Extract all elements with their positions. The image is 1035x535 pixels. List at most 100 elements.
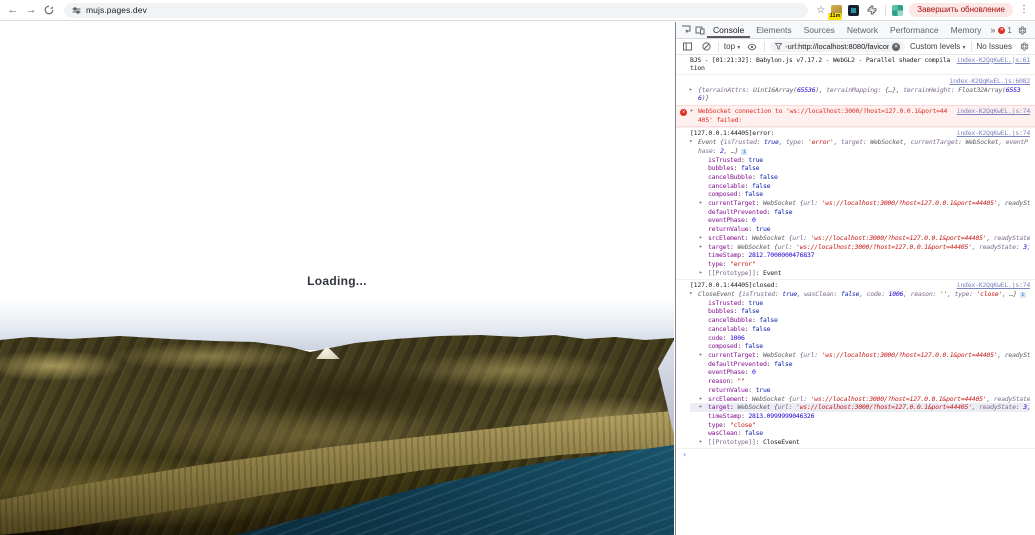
console-property-row[interactable]: ▸[[Prototype]]: Event <box>690 269 1030 278</box>
extensions-puzzle-icon[interactable] <box>865 4 879 17</box>
console-property-row: type: "close" <box>690 421 1030 430</box>
clear-console-icon[interactable] <box>699 40 713 53</box>
console-sidebar-toggle-icon[interactable] <box>680 40 694 53</box>
console-property-row: cancelable: false <box>690 325 1030 334</box>
console-property-row: eventPhase: 0 <box>690 368 1030 377</box>
info-icon: i <box>1020 292 1026 298</box>
toolbar-divider <box>718 42 719 52</box>
live-expression-eye-icon[interactable] <box>745 40 759 53</box>
back-button[interactable]: ← <box>6 3 20 17</box>
event-label: [127.0.0.1:44405]closed: <box>690 281 778 289</box>
expand-toggle-icon[interactable]: ▸ <box>690 107 693 116</box>
tab-elements[interactable]: Elements <box>750 23 797 38</box>
tab-network[interactable]: Network <box>841 23 884 38</box>
console-property-row: type: "error" <box>690 260 1030 269</box>
error-icon: ✕ <box>680 109 687 116</box>
tab-performance[interactable]: Performance <box>884 23 945 38</box>
devtools-settings-gear-icon[interactable] <box>1016 24 1030 37</box>
tab-console[interactable]: Console <box>707 23 750 38</box>
console-log-message: index-K2QgKwEL.js:61BJS - [01:21:32]: Ba… <box>676 54 1035 74</box>
update-chrome-button[interactable]: Завершить обновление <box>909 3 1013 17</box>
console-property-row[interactable]: ▸target: WebSocket {url: 'ws://localhost… <box>690 403 1030 412</box>
expand-toggle-icon[interactable]: ▸ <box>699 199 702 208</box>
console-property-row: bubbles: false <box>690 164 1030 173</box>
console-property-row: composed: false <box>690 342 1030 351</box>
console-toolbar: top ▾ -url:http://localhost:8080/favicon… <box>676 39 1035 55</box>
console-property-row: cancelable: false <box>690 182 1030 191</box>
console-property-row[interactable]: ▸currentTarget: WebSocket {url: 'ws://lo… <box>690 351 1030 360</box>
filter-input-value: -url:http://localhost:8080/favicon.ico <box>785 42 889 51</box>
expand-toggle-icon[interactable]: ▸ <box>699 438 702 447</box>
page-viewport: Loading... <box>0 22 674 535</box>
clear-filter-icon[interactable]: ✕ <box>892 43 900 51</box>
toolbar-divider <box>971 42 972 52</box>
expand-toggle-icon[interactable]: ▸ <box>699 403 702 412</box>
extension-dark-icon[interactable] <box>848 5 859 16</box>
context-selector[interactable]: top ▾ <box>724 42 740 51</box>
expand-toggle-icon[interactable]: ▸ <box>699 243 702 252</box>
reload-button[interactable] <box>42 3 56 17</box>
issues-counter[interactable]: No Issues <box>976 42 1012 51</box>
source-link[interactable]: index-K2QgKwEL.js:74 <box>957 281 1030 290</box>
reload-icon <box>44 5 54 15</box>
terrain-3d-scene[interactable] <box>0 300 674 535</box>
error-badge-count: 1 <box>1007 26 1011 35</box>
bookmark-star-icon[interactable]: ☆ <box>816 5 825 16</box>
toolbar-right-cluster: ☆ 11m Завершить обновление ⋮ <box>816 3 1029 17</box>
expand-toggle-icon[interactable]: ▸ <box>699 234 702 243</box>
console-property-row: eventPhase: 0 <box>690 216 1030 225</box>
source-link[interactable]: index-K2QgKwEL.js:74 <box>957 107 1030 116</box>
forward-button[interactable]: → <box>24 3 38 17</box>
console-error-message: index-K2QgKwEL.js:74✕▸WebSocket connecti… <box>676 105 1035 127</box>
toolbar-divider <box>885 5 886 16</box>
console-filter-input[interactable]: -url:http://localhost:8080/favicon.ico ✕ <box>770 41 905 52</box>
source-link[interactable]: index-K2QgKwEL.js:74 <box>957 129 1030 138</box>
devtools-tabbar-right: ✕ 1 ⋮ ✕ <box>998 24 1035 37</box>
devtools-tabbar: Console Elements Sources Network Perform… <box>676 22 1035 39</box>
browser-toolbar: ← → mujs.pages.dev ☆ 11m Завершить обнов… <box>0 0 1035 21</box>
extension-teal-icon[interactable] <box>892 5 903 16</box>
console-property-row: code: 1006 <box>690 334 1030 343</box>
device-toolbar-icon[interactable] <box>693 24 707 37</box>
error-badge-icon: ✕ <box>998 27 1005 34</box>
error-counter[interactable]: ✕ 1 <box>998 26 1011 35</box>
console-property-row[interactable]: ▸[[Prototype]]: CloseEvent <box>690 438 1030 447</box>
site-settings-icon[interactable] <box>72 6 81 15</box>
collapse-toggle-icon[interactable]: ▾ <box>689 138 692 147</box>
browser-menu-button[interactable]: ⋮ <box>1019 5 1029 15</box>
more-tabs-button[interactable]: » <box>987 25 998 35</box>
console-property-row[interactable]: ▸currentTarget: WebSocket {url: 'ws://lo… <box>690 199 1030 208</box>
console-prompt[interactable]: › <box>676 448 1035 462</box>
toolbar-divider <box>764 42 765 52</box>
source-link[interactable]: index-K2QgKwEL.js:6082 <box>949 77 1030 86</box>
console-property-row[interactable]: ▸target: WebSocket {url: 'ws://localhost… <box>690 243 1030 252</box>
expand-toggle-icon[interactable]: ▸ <box>699 269 702 278</box>
console-property-row: isTrusted: true <box>690 299 1030 308</box>
console-property-row: defaultPrevented: false <box>690 208 1030 217</box>
console-event-message: index-K2QgKwEL.js:74 [127.0.0.1:44405]clo… <box>676 279 1035 448</box>
extension-timer-icon[interactable]: 11m <box>831 5 842 16</box>
tab-memory[interactable]: Memory <box>945 23 988 38</box>
console-property-row: wasClean: false <box>690 429 1030 438</box>
tab-sources[interactable]: Sources <box>798 23 841 38</box>
expand-toggle-icon[interactable]: ▸ <box>699 351 702 360</box>
expand-toggle-icon[interactable]: ▸ <box>699 395 702 404</box>
console-property-row[interactable]: ▸srcElement: WebSocket {url: 'ws://local… <box>690 395 1030 404</box>
console-property-row: bubbles: false <box>690 307 1030 316</box>
browser-window: ← → mujs.pages.dev ☆ 11m Завершить обнов… <box>0 0 1035 535</box>
console-property-row[interactable]: ▸srcElement: WebSocket {url: 'ws://local… <box>690 234 1030 243</box>
inspect-element-icon[interactable] <box>679 24 693 37</box>
console-property-row: isTrusted: true <box>690 156 1030 165</box>
console-property-row: cancelBubble: false <box>690 173 1030 182</box>
filter-funnel-icon <box>775 43 782 50</box>
expand-toggle-icon[interactable]: ▸ <box>689 86 692 95</box>
console-property-row: timeStamp: 2812.7000000476837 <box>690 251 1030 260</box>
log-levels-dropdown[interactable]: Custom levels ▾ <box>910 42 966 51</box>
console-settings-gear-icon[interactable] <box>1017 40 1031 53</box>
console-property-row: returnValue: true <box>690 386 1030 395</box>
address-bar[interactable]: mujs.pages.dev <box>64 3 808 18</box>
collapse-toggle-icon[interactable]: ▾ <box>689 290 692 299</box>
console-object-message: index-K2QgKwEL.js:6082▸{terrainAttrs: Ui… <box>676 74 1035 104</box>
source-link[interactable]: index-K2QgKwEL.js:61 <box>957 56 1030 65</box>
info-icon: i <box>741 149 747 155</box>
